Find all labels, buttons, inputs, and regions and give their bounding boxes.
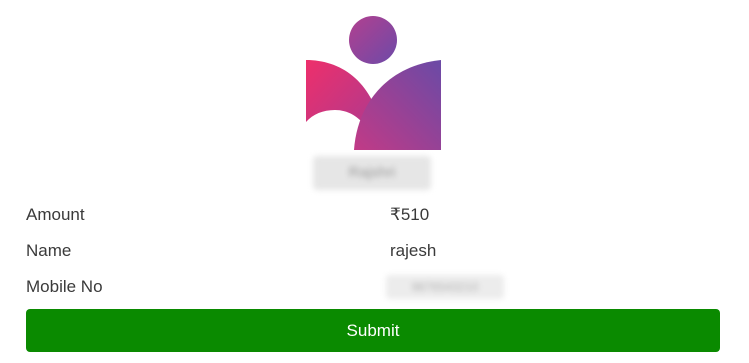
name-value: rajesh (390, 241, 437, 260)
brand-name: Rajshri (313, 156, 431, 190)
amount-value: ₹510 (390, 205, 430, 224)
brand-logo-icon (306, 16, 441, 150)
mobile-value: 9876543210 (386, 275, 504, 299)
amount-label: Amount (26, 205, 85, 224)
name-label: Name (26, 241, 72, 260)
payment-form: Rajshri Amount ₹510 Name rajesh Mobile N… (0, 0, 749, 363)
submit-button[interactable]: Submit (26, 309, 720, 352)
mobile-label: Mobile No (26, 277, 103, 296)
